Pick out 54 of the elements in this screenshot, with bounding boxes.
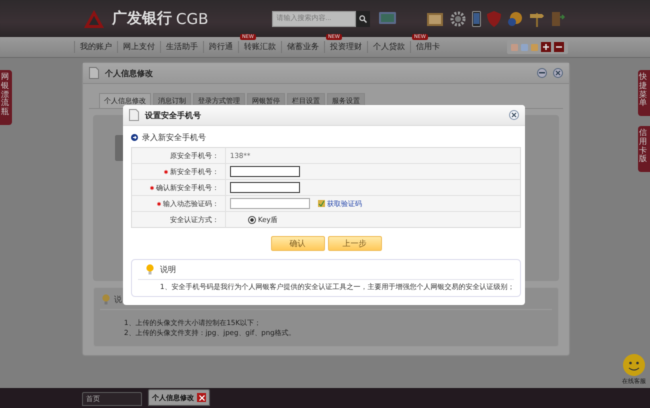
theme-swatch[interactable] xyxy=(511,44,518,50)
signpost-icon[interactable] xyxy=(529,10,546,26)
document-icon xyxy=(129,109,139,121)
dialog-title: 设置安全手机号 xyxy=(145,110,201,120)
nav-link[interactable]: 跨行通 xyxy=(203,41,238,53)
help-chat-icon[interactable] xyxy=(507,10,524,26)
theme-swatch[interactable] xyxy=(531,44,538,50)
close-button[interactable] xyxy=(553,68,563,78)
settings-icon[interactable] xyxy=(450,10,466,26)
logo-text: 广发银行 xyxy=(112,9,172,28)
arrow-circle-icon xyxy=(131,134,138,141)
megaphone-icon[interactable] xyxy=(426,10,444,26)
lightbulb-icon xyxy=(102,294,110,305)
panel-title: 个人信息修改 xyxy=(105,68,153,78)
nav-link[interactable]: 生活助手 xyxy=(160,41,203,53)
nav-link[interactable]: 网上支付 xyxy=(117,41,160,53)
nav-link[interactable]: 信用卡 xyxy=(410,41,445,53)
nav-link[interactable]: 我的账户 xyxy=(74,41,117,53)
plus-icon xyxy=(543,44,549,50)
exit-door-icon[interactable] xyxy=(551,10,566,26)
input-field[interactable] xyxy=(230,166,300,177)
close-icon xyxy=(555,70,561,76)
nav-link[interactable]: 投资理财 xyxy=(324,41,367,53)
search-icon xyxy=(359,14,368,22)
close-icon[interactable] xyxy=(197,393,206,402)
phone-icon[interactable] xyxy=(472,10,482,26)
logo-icon xyxy=(84,10,104,28)
confirm-button[interactable]: 确认 xyxy=(270,236,325,251)
nav-link[interactable]: 储蓄业务 xyxy=(281,41,324,53)
back-button[interactable]: 上一步 xyxy=(328,236,382,251)
nav-link[interactable]: 转账汇款 xyxy=(238,41,281,53)
section-title: 录入新安全手机号 xyxy=(142,132,206,143)
note-title: 说 xyxy=(114,294,122,305)
logo-text: CGB xyxy=(176,10,208,28)
search-button[interactable] xyxy=(356,10,370,26)
close-icon xyxy=(511,112,517,118)
minimize-button[interactable] xyxy=(537,68,547,78)
close-button[interactable] xyxy=(509,110,519,120)
input-field[interactable] xyxy=(230,182,300,193)
note-title: 说明 xyxy=(160,264,176,275)
zoom-in-button[interactable] xyxy=(541,42,551,52)
side-tab[interactable]: 信用卡版 xyxy=(638,126,650,172)
document-icon xyxy=(89,67,99,79)
smiley-headset-icon[interactable] xyxy=(622,353,646,377)
theme-swatch[interactable] xyxy=(521,44,528,50)
minus-icon xyxy=(539,72,545,74)
radio-button[interactable] xyxy=(248,216,256,224)
input-field[interactable] xyxy=(230,198,310,209)
minus-icon xyxy=(556,44,562,50)
side-tab[interactable]: 网银漂流瓶 xyxy=(0,70,12,125)
nav-link[interactable]: 个人贷款 xyxy=(367,41,410,53)
lightbulb-icon xyxy=(146,264,154,275)
zoom-out-button[interactable] xyxy=(554,42,564,52)
side-tab[interactable]: 快捷菜单 xyxy=(638,70,650,116)
